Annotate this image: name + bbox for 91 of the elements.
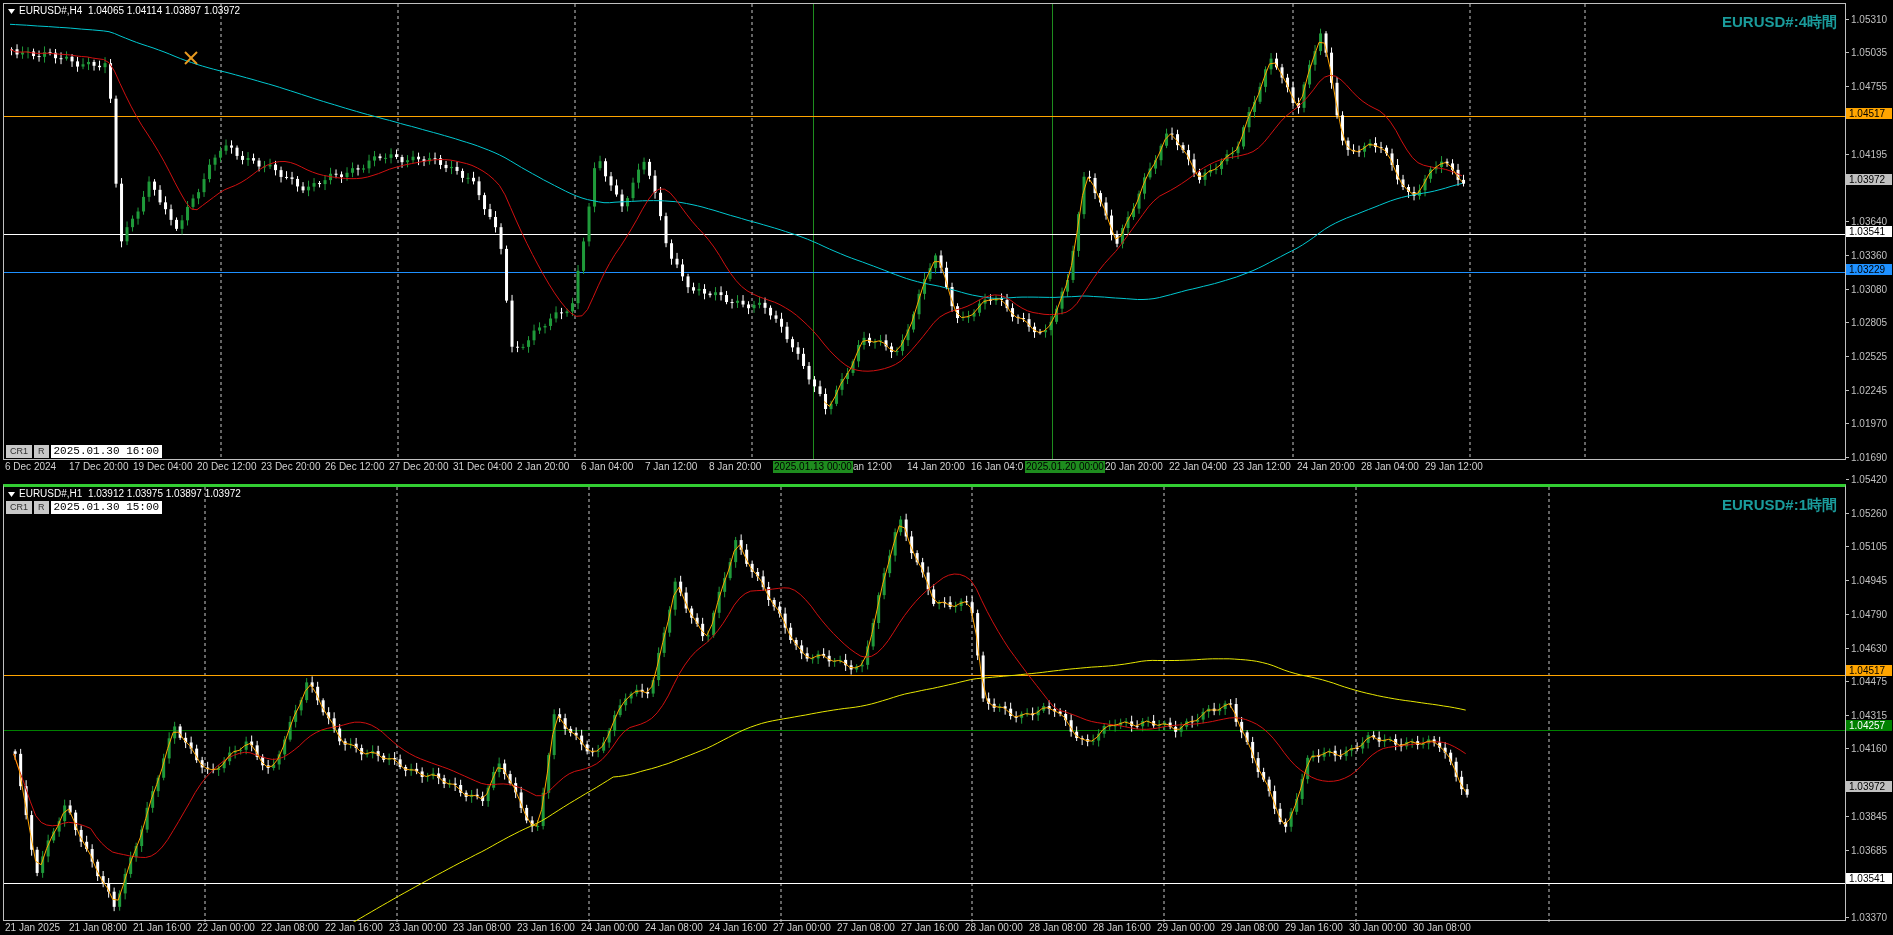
price-tick-label: 1.05035 xyxy=(1851,47,1888,59)
time-axis-label: 27 Jan 00:00 xyxy=(773,922,832,934)
price-tick-label: 1.04630 xyxy=(1851,642,1888,654)
time-axis-label: 7 Jan 12:00 xyxy=(645,461,699,473)
time-axis-label: an 12:00 xyxy=(853,461,893,473)
price-tick-label: 1.03370 xyxy=(1851,912,1888,923)
price-label: 1.04257 xyxy=(1846,720,1892,732)
time-axis-label: 24 Jan 20:00 xyxy=(1297,461,1356,473)
price-tick-label: 1.03845 xyxy=(1851,810,1888,822)
time-axis-label: 27 Jan 16:00 xyxy=(901,922,960,934)
time-axis-label: 27 Dec 20:00 xyxy=(389,461,450,473)
price-tick-label: 1.03640 xyxy=(1851,216,1888,228)
time-axis-label: 20 Jan 20:00 xyxy=(1105,461,1164,473)
cr-button[interactable]: CR1 xyxy=(6,501,32,514)
time-axis-label: 8 Jan 20:00 xyxy=(709,461,763,473)
time-axis-label: 14 Jan 20:00 xyxy=(907,461,966,473)
time-axis-label: 21 Jan 2025 xyxy=(5,922,62,934)
time-axis-label: 6 Dec 2024 xyxy=(5,461,58,473)
chart-title: EURUSD#:4時間 xyxy=(1721,14,1837,29)
price-tick-label: 1.02805 xyxy=(1851,317,1888,329)
chart-title: EURUSD#:1時間 xyxy=(1721,497,1837,512)
time-axis-label: 23 Jan 08:00 xyxy=(453,922,512,934)
time-axis-label: 29 Jan 16:00 xyxy=(1285,922,1344,934)
time-axis-label: 28 Jan 08:00 xyxy=(1029,922,1088,934)
price-tick-label: 1.05420 xyxy=(1851,474,1888,485)
time-axis-label: 22 Jan 04:00 xyxy=(1169,461,1228,473)
r-button[interactable]: R xyxy=(34,445,49,458)
time-axis-label: 30 Jan 08:00 xyxy=(1413,922,1472,934)
price-label: 1.03229 xyxy=(1846,263,1892,275)
date-field[interactable]: 2025.01.30 15:00 xyxy=(50,501,163,514)
price-tick-label: 1.04475 xyxy=(1851,675,1888,687)
time-axis-label: 24 Jan 08:00 xyxy=(645,922,704,934)
time-axis-label: 31 Dec 04:00 xyxy=(453,461,514,473)
r-button[interactable]: R xyxy=(34,501,49,514)
time-axis-label: 27 Jan 08:00 xyxy=(837,922,896,934)
cr-button[interactable]: CR1 xyxy=(6,445,32,458)
time-axis-label: 28 Jan 16:00 xyxy=(1093,922,1152,934)
price-tick-label: 1.01970 xyxy=(1851,418,1888,430)
time-marker-label: 2025.01.20 00:00 xyxy=(1025,461,1105,473)
time-axis-label: 30 Jan 00:00 xyxy=(1349,922,1408,934)
time-axis-label: 6 Jan 04:00 xyxy=(581,461,635,473)
time-axis-label: 23 Jan 12:00 xyxy=(1233,461,1292,473)
price-tick-label: 1.04195 xyxy=(1851,148,1888,160)
time-axis-label: 24 Jan 16:00 xyxy=(709,922,768,934)
time-axis-label: 29 Jan 00:00 xyxy=(1157,922,1216,934)
price-tick-label: 1.01690 xyxy=(1851,452,1888,463)
time-axis-label: 19 Dec 04:00 xyxy=(133,461,194,473)
time-axis-label: 23 Dec 20:00 xyxy=(261,461,322,473)
price-label: 1.04517 xyxy=(1846,107,1892,119)
price-tick-label: 1.03685 xyxy=(1851,844,1888,856)
time-axis-label: 22 Jan 00:00 xyxy=(197,922,256,934)
dropdown-triangle-icon[interactable] xyxy=(8,8,15,14)
time-axis-label: 28 Jan 00:00 xyxy=(965,922,1024,934)
time-axis-label: 23 Jan 00:00 xyxy=(389,922,448,934)
time-axis-label: 16 Jan 04:0 xyxy=(971,461,1025,473)
time-axis-label: 21 Jan 08:00 xyxy=(69,922,128,934)
dropdown-triangle-icon[interactable] xyxy=(8,491,15,497)
price-label: 1.03541 xyxy=(1846,226,1892,238)
time-axis-label: 17 Dec 20:00 xyxy=(69,461,130,473)
price-tick-label: 1.04755 xyxy=(1851,81,1888,93)
time-axis-label: 28 Jan 04:00 xyxy=(1361,461,1420,473)
price-tick-label: 1.04790 xyxy=(1851,608,1888,620)
time-axis-label: 29 Jan 08:00 xyxy=(1221,922,1280,934)
price-tick-label: 1.04315 xyxy=(1851,710,1888,722)
time-axis-label: 23 Jan 16:00 xyxy=(517,922,576,934)
price-tick-label: 1.05310 xyxy=(1851,14,1888,25)
price-label: 1.03972 xyxy=(1846,781,1892,793)
chart-symbol-header: EURUSD#,H1 1.03912 1.03975 1.03897 1.03972 xyxy=(19,489,241,499)
chart-symbol-header: EURUSD#,H4 1.04065 1.04114 1.03897 1.03972 xyxy=(19,6,241,16)
price-tick-label: 1.05105 xyxy=(1851,541,1888,553)
time-axis-label: 2 Jan 20:00 xyxy=(517,461,571,473)
price-label: 1.03541 xyxy=(1846,873,1892,885)
price-tick-label: 1.05260 xyxy=(1851,508,1888,520)
date-field[interactable]: 2025.01.30 16:00 xyxy=(50,445,163,458)
time-axis-label: 22 Jan 16:00 xyxy=(325,922,384,934)
time-marker-label: 2025.01.13 00:00 xyxy=(773,461,853,473)
price-tick-label: 1.04160 xyxy=(1851,743,1888,755)
cross-marker-icon xyxy=(184,51,198,65)
price-tick-label: 1.03080 xyxy=(1851,283,1888,295)
time-axis-label: 26 Dec 12:00 xyxy=(325,461,386,473)
price-label: 1.04517 xyxy=(1846,664,1892,676)
price-tick-label: 1.03360 xyxy=(1851,249,1888,261)
time-axis-label: 24 Jan 00:00 xyxy=(581,922,640,934)
price-tick-label: 1.02525 xyxy=(1851,350,1888,362)
time-axis-label: 29 Jan 12:00 xyxy=(1425,461,1484,473)
time-axis-label: 20 Dec 12:00 xyxy=(197,461,258,473)
time-axis-label: 22 Jan 08:00 xyxy=(261,922,320,934)
price-tick-label: 1.02245 xyxy=(1851,384,1888,396)
time-axis-label: 21 Jan 16:00 xyxy=(133,922,192,934)
price-tick-label: 1.04945 xyxy=(1851,575,1888,587)
price-label: 1.03972 xyxy=(1846,173,1892,185)
